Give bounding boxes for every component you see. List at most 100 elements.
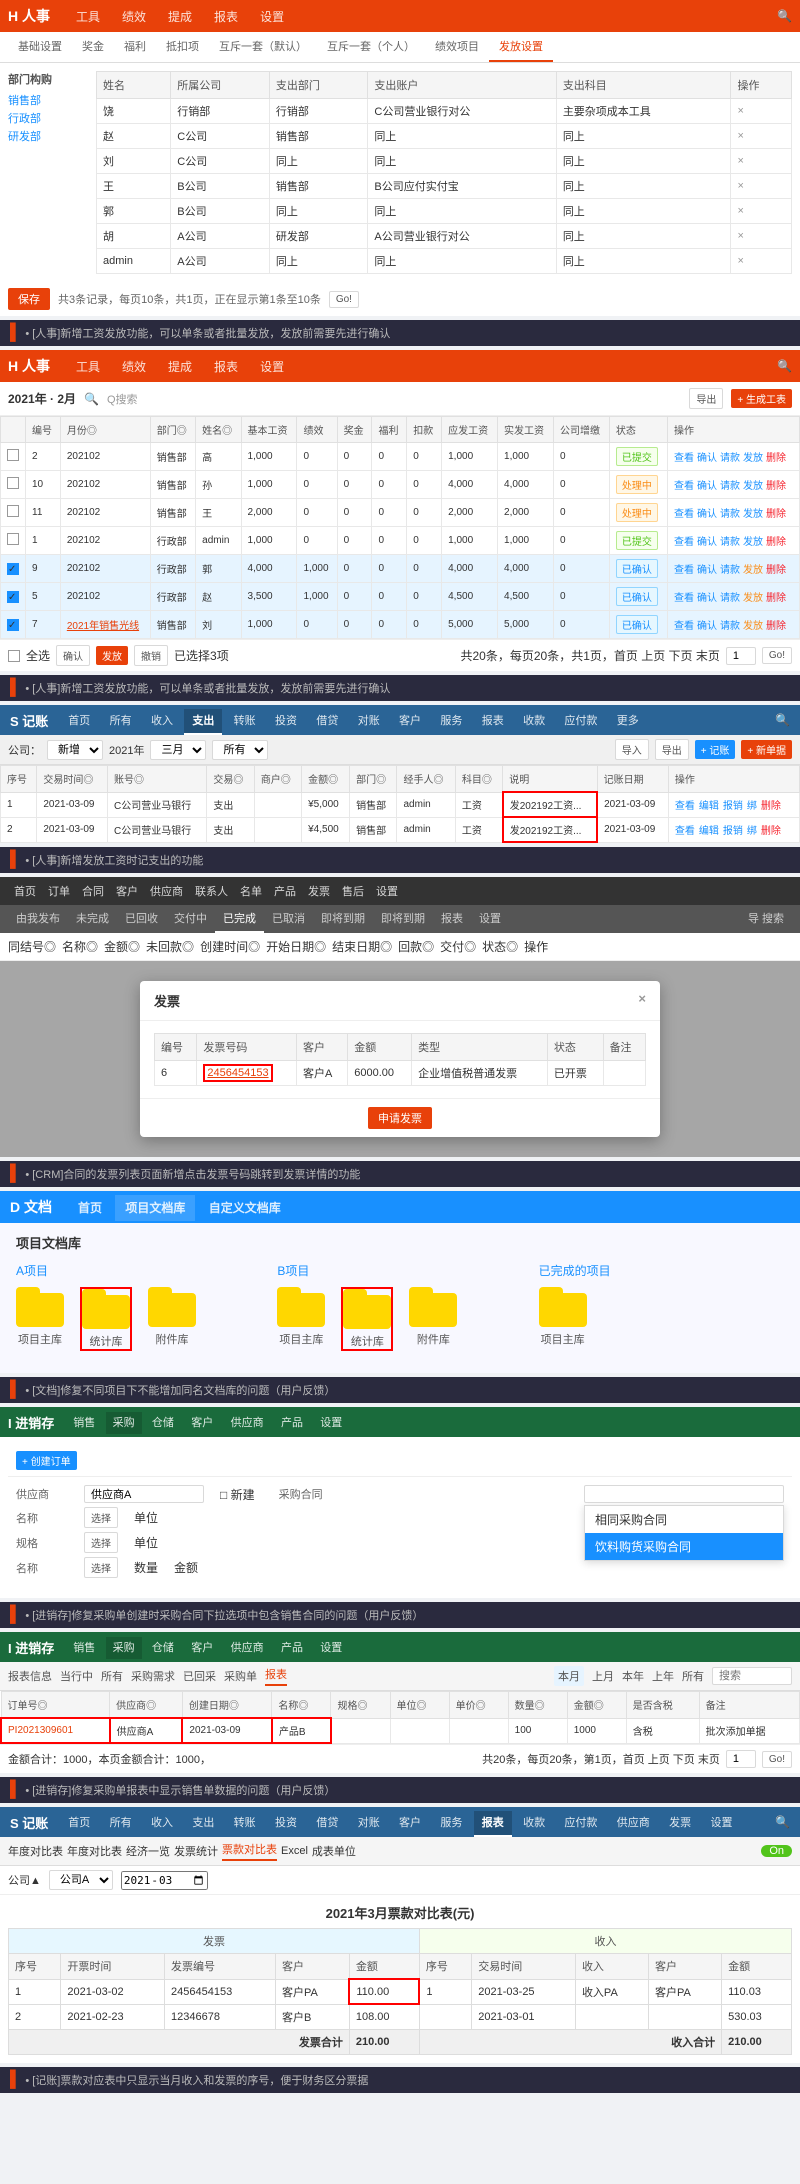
acc2-nav-settings[interactable]: 设置 [702, 1811, 740, 1835]
col-dept[interactable]: 部门◎ [150, 417, 195, 443]
col-date[interactable]: 创建日期◎ [182, 1692, 272, 1719]
view-link[interactable]: 查看 [674, 449, 694, 464]
acc2-nav-receipt[interactable]: 收款 [515, 1811, 553, 1835]
hr-nav-tools[interactable]: 工具 [66, 2, 110, 31]
tab-bonus[interactable]: 奖金 [72, 32, 114, 62]
dept-admin[interactable]: 行政部 [8, 109, 80, 127]
crm-nav-product[interactable]: 产品 [268, 879, 302, 903]
request-link[interactable]: 请款 [720, 449, 740, 464]
inv-nav-customer[interactable]: 客户 [184, 1412, 220, 1434]
nav-payable[interactable]: 应付款 [556, 709, 605, 733]
col-type[interactable]: 交易◎ [207, 766, 254, 793]
inv-nav-supplier[interactable]: 供应商 [224, 1412, 271, 1434]
crm-nav-invoice[interactable]: 发票 [302, 879, 336, 903]
reimburse-link[interactable]: 报销 [723, 822, 743, 837]
acc2-nav-income[interactable]: 收入 [143, 1811, 181, 1835]
page-input[interactable] [726, 1750, 756, 1768]
col-should[interactable]: 应发工资 [442, 417, 498, 443]
col-spec[interactable]: 规格◎ [331, 1692, 390, 1719]
row-checkbox[interactable] [7, 477, 19, 489]
folder-stats-b[interactable]: 统计库 [341, 1287, 393, 1351]
subnav-invoice-stats[interactable]: 发票统计 [174, 1843, 218, 1859]
dept-rd[interactable]: 研发部 [8, 127, 80, 145]
col-date[interactable]: 记账日期 [597, 766, 668, 793]
row-checkbox[interactable]: ✓ [7, 619, 19, 631]
inv-nav2-sales[interactable]: 销售 [66, 1637, 102, 1659]
acc2-nav-all[interactable]: 所有 [102, 1811, 140, 1835]
delete-icon[interactable]: × [737, 230, 743, 242]
period-last-year[interactable]: 上年 [652, 1668, 674, 1684]
inv-nav-product[interactable]: 产品 [274, 1412, 310, 1434]
issue-link[interactable]: 发放 [743, 533, 763, 548]
issue-link[interactable]: 发放 [743, 449, 763, 464]
col-qty[interactable]: 数量◎ [508, 1692, 567, 1719]
doc-nav-home[interactable]: 首页 [68, 1195, 112, 1221]
delete-link[interactable]: 删除 [761, 797, 781, 812]
nav-more[interactable]: 更多 [609, 709, 647, 733]
inv-nav2-product[interactable]: 产品 [274, 1637, 310, 1659]
folder-project-main-done[interactable]: 项目主库 [539, 1287, 587, 1347]
hr-nav-report[interactable]: 报表 [204, 2, 248, 31]
search-icon-acc[interactable]: 🔍 [775, 713, 790, 727]
tab-issue-settings[interactable]: 发放设置 [489, 32, 553, 62]
col-amount[interactable]: 金额◎ [567, 1692, 626, 1719]
nav-income[interactable]: 收入 [143, 709, 181, 733]
request-link[interactable]: 请款 [720, 589, 740, 604]
row-checkbox[interactable]: ✓ [7, 591, 19, 603]
view-link[interactable]: 查看 [674, 533, 694, 548]
subnav-overview[interactable]: 经济一览 [126, 1843, 170, 1859]
spec-select-button[interactable]: 选择 [84, 1532, 118, 1553]
edit-link[interactable]: 编辑 [699, 822, 719, 837]
col-bonus[interactable]: 奖金 [337, 417, 372, 443]
month-select[interactable]: 三月 [150, 740, 206, 760]
period-this-month[interactable]: 本月 [554, 1666, 584, 1686]
issue-batch-button[interactable]: 发放 [96, 646, 128, 665]
bind-link[interactable]: 绑 [747, 797, 757, 812]
request-link[interactable]: 请款 [720, 505, 740, 520]
go-button[interactable]: Go! [762, 1751, 792, 1768]
delete-link[interactable]: 删除 [766, 561, 786, 576]
period-all[interactable]: 所有 [682, 1668, 704, 1684]
crm-nav-customer[interactable]: 客户 [110, 879, 144, 903]
col-subject[interactable]: 科目◎ [455, 766, 502, 793]
nav-home[interactable]: 首页 [60, 709, 98, 733]
col-month[interactable]: 月份◎ [60, 417, 150, 443]
tab-perf-items[interactable]: 绩效项目 [425, 32, 489, 62]
crm-nav-aftersale[interactable]: 售后 [336, 879, 370, 903]
row-checkbox[interactable]: ✓ [7, 563, 19, 575]
col-price[interactable]: 单价◎ [449, 1692, 508, 1719]
col-desc[interactable]: 说明 [503, 766, 597, 793]
hr-nav2-commission[interactable]: 提成 [158, 352, 202, 381]
subnav-annual-compare[interactable]: 年度对比表 [8, 1843, 63, 1859]
delete-link[interactable]: 删除 [766, 533, 786, 548]
doc-nav-project[interactable]: 项目文档库 [115, 1195, 195, 1221]
confirm-link[interactable]: 确认 [697, 505, 717, 520]
col-welfare[interactable]: 福利 [372, 417, 407, 443]
confirm-link[interactable]: 确认 [697, 533, 717, 548]
add-record-button[interactable]: + 记账 [695, 740, 736, 759]
hr-nav2-perf[interactable]: 绩效 [112, 352, 156, 381]
subnav-excel[interactable]: Excel [281, 1845, 308, 1857]
generate-payroll-button[interactable]: + 生成工表 [731, 389, 792, 408]
tab-deduct[interactable]: 抵扣项 [156, 32, 209, 62]
crm-nav-supplier[interactable]: 供应商 [144, 879, 189, 903]
crm-tab-cancelled[interactable]: 已取消 [264, 905, 313, 933]
confirm-link[interactable]: 确认 [697, 449, 717, 464]
crm-tab-report[interactable]: 报表 [433, 905, 471, 933]
view-link[interactable]: 查看 [674, 617, 694, 632]
tab-mutual1[interactable]: 互斥一套（默认） [209, 32, 317, 62]
tab-welfare[interactable]: 福利 [114, 32, 156, 62]
col-time[interactable]: 交易时间◎ [37, 766, 108, 793]
delete-icon[interactable]: × [737, 155, 743, 167]
crm-tab-done[interactable]: 已完成 [215, 905, 264, 933]
col-merchant[interactable]: 商户◎ [254, 766, 301, 793]
delete-link[interactable]: 删除 [766, 477, 786, 492]
go-button[interactable]: Go! [329, 291, 359, 308]
tab-basic[interactable]: 基础设置 [8, 32, 72, 62]
nav-service[interactable]: 服务 [432, 709, 470, 733]
col-dept[interactable]: 部门◎ [350, 766, 397, 793]
search-input[interactable] [712, 1667, 792, 1685]
request-link[interactable]: 请款 [720, 617, 740, 632]
subnav-unit[interactable]: 成表单位 [312, 1843, 356, 1859]
select-all-label[interactable]: 全选 [26, 647, 50, 664]
